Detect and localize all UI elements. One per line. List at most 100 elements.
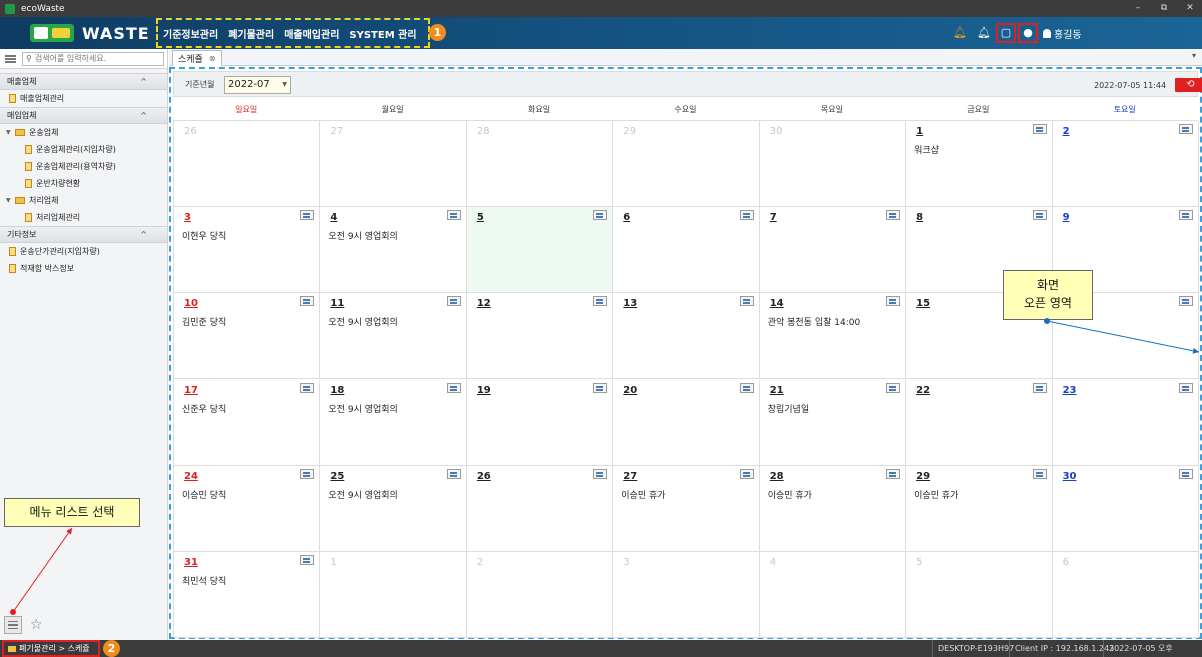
calendar-day-cell[interactable]: 25 오전 9시 영업회의	[320, 465, 467, 552]
calendar-day-cell[interactable]: 21 창립기념일	[759, 379, 907, 466]
edit-schedule-icon[interactable]	[739, 210, 754, 221]
favorites-star-icon[interactable]: ☆	[30, 617, 43, 633]
edit-schedule-icon[interactable]	[593, 296, 608, 307]
edit-schedule-icon[interactable]	[1032, 210, 1047, 221]
edit-schedule-icon[interactable]	[300, 296, 315, 307]
sidebar-item-processing-management[interactable]: 처리업체관리	[0, 209, 167, 226]
calendar-day-cell[interactable]: 26	[466, 465, 614, 552]
edit-schedule-icon[interactable]	[739, 296, 754, 307]
edit-schedule-icon[interactable]	[886, 296, 901, 307]
restore-button[interactable]: ⧉	[1152, 0, 1176, 17]
section-purchase-company[interactable]: 매입업체 ^	[0, 107, 167, 124]
calendar-day-cell[interactable]: 3 이현우 당직	[174, 207, 321, 294]
app-logo[interactable]: WASTE	[30, 22, 150, 44]
calendar-day-cell[interactable]: 31 최민석 당직	[174, 551, 321, 638]
section-sales-company[interactable]: 매출업체 ^	[0, 73, 167, 90]
calendar-day-cell[interactable]: 20	[613, 379, 760, 466]
calendar-day-cell[interactable]: 1 워크샵	[906, 121, 1053, 208]
edit-schedule-icon[interactable]	[1178, 468, 1193, 479]
edit-schedule-icon[interactable]	[886, 210, 901, 221]
schedule-event[interactable]: 이승민 휴가	[768, 488, 812, 501]
sidebar-item-transport-owned[interactable]: 운송업체관리(지입차량)	[0, 141, 167, 158]
schedule-event[interactable]: 이승민 휴가	[914, 488, 958, 501]
calendar-day-cell[interactable]: 4 오전 9시 영업회의	[320, 207, 467, 294]
calendar-day-cell[interactable]: 4	[759, 551, 907, 638]
calendar-day-cell[interactable]: 6	[1052, 551, 1199, 638]
edit-schedule-icon[interactable]	[1178, 382, 1193, 393]
calendar-day-cell[interactable]: 2	[466, 551, 614, 638]
calendar-day-cell[interactable]: 30	[759, 121, 907, 208]
edit-schedule-icon[interactable]	[446, 468, 461, 479]
edit-schedule-icon[interactable]	[593, 382, 608, 393]
sidebar-search-input[interactable]	[34, 54, 155, 63]
calendar-day-cell[interactable]: 5	[906, 551, 1053, 638]
sidebar-item-sales-company-management[interactable]: 매출업체관리	[0, 90, 167, 107]
alert-bell-icon[interactable]: 🔔︎	[953, 26, 967, 40]
edit-schedule-icon[interactable]	[1178, 210, 1193, 221]
window-icon[interactable]: ▢	[999, 26, 1013, 40]
tab-schedule[interactable]: 스케쥴 ⊗	[172, 50, 222, 66]
calendar-day-cell[interactable]: 17 신준우 당직	[174, 379, 321, 466]
menu-waste-management[interactable]: 폐기물관리	[228, 26, 274, 41]
hamburger-icon[interactable]	[5, 54, 16, 63]
menu-list-button[interactable]	[4, 616, 22, 634]
schedule-event[interactable]: 최민석 당직	[182, 574, 226, 587]
edit-schedule-icon[interactable]	[446, 382, 461, 393]
calendar-day-cell[interactable]: 26	[174, 121, 321, 208]
section-other-info[interactable]: 기타정보 ^	[0, 226, 167, 243]
edit-schedule-icon[interactable]	[1032, 382, 1047, 393]
sidebar-group-processing[interactable]: ▼ 처리업체	[0, 192, 167, 209]
calendar-day-cell[interactable]: 27 이승민 휴가	[613, 465, 760, 552]
refresh-button[interactable]: ⟲	[1175, 78, 1202, 92]
minimize-button[interactable]: –	[1126, 0, 1150, 17]
calendar-day-cell[interactable]: 14 관악 봉천동 입찰 14:00	[759, 293, 907, 380]
edit-schedule-icon[interactable]	[1032, 124, 1047, 134]
edit-schedule-icon[interactable]	[1178, 296, 1193, 307]
menu-base-info[interactable]: 기준정보관리	[163, 26, 218, 41]
calendar-day-cell[interactable]: 10 김민준 당직	[174, 293, 321, 380]
edit-schedule-icon[interactable]	[300, 554, 315, 565]
user-menu[interactable]: 홍길동	[1043, 26, 1082, 41]
edit-schedule-icon[interactable]	[300, 468, 315, 479]
schedule-event[interactable]: 오전 9시 영업회의	[328, 488, 397, 501]
schedule-event[interactable]: 이승민 휴가	[621, 488, 665, 501]
calendar-day-cell[interactable]: 7	[759, 207, 907, 294]
sidebar-item-vehicle-status[interactable]: 운반차량현황	[0, 175, 167, 192]
calendar-day-cell[interactable]: 29 이승민 휴가	[906, 465, 1053, 552]
base-month-select[interactable]: 2022-07 ▼	[224, 76, 291, 94]
edit-schedule-icon[interactable]	[446, 210, 461, 221]
calendar-day-cell[interactable]: 13	[613, 293, 760, 380]
schedule-event[interactable]: 관악 봉천동 입찰 14:00	[768, 315, 860, 328]
calendar-day-cell[interactable]: 19	[466, 379, 614, 466]
menu-sales-purchase[interactable]: 매출매입관리	[284, 26, 339, 41]
edit-schedule-icon[interactable]	[1178, 124, 1193, 134]
edit-schedule-icon[interactable]	[446, 296, 461, 307]
calendar-day-cell[interactable]: 28 이승민 휴가	[759, 465, 907, 552]
edit-schedule-icon[interactable]	[1032, 468, 1047, 479]
calendar-day-cell[interactable]: 18 오전 9시 영업회의	[320, 379, 467, 466]
calendar-day-cell[interactable]: 6	[613, 207, 760, 294]
close-button[interactable]: ✕	[1178, 0, 1202, 17]
schedule-event[interactable]: 오전 9시 영업회의	[328, 402, 397, 415]
breadcrumb[interactable]: 폐기물관리 > 스케쥴	[2, 640, 100, 657]
menu-system-management[interactable]: SYSTEM 관리	[349, 26, 416, 41]
calendar-day-cell[interactable]: 5	[466, 207, 614, 294]
calendar-day-cell[interactable]: 27	[320, 121, 467, 208]
schedule-event[interactable]: 이승민 당직	[182, 488, 226, 501]
calendar-day-cell[interactable]: 23	[1052, 379, 1199, 466]
close-tab-icon[interactable]: ⊗	[209, 54, 216, 63]
calendar-day-cell[interactable]: 29	[613, 121, 760, 208]
schedule-event[interactable]: 오전 9시 영업회의	[328, 229, 397, 242]
edit-schedule-icon[interactable]	[739, 468, 754, 479]
notification-bell-icon[interactable]: 🔔︎	[977, 26, 991, 40]
calendar-day-cell[interactable]: 28	[466, 121, 614, 208]
calendar-day-cell[interactable]: 2	[1052, 121, 1199, 208]
calendar-day-cell[interactable]: 1	[320, 551, 467, 638]
edit-schedule-icon[interactable]	[886, 382, 901, 393]
schedule-event[interactable]: 김민준 당직	[182, 315, 226, 328]
schedule-event[interactable]: 신준우 당직	[182, 402, 226, 415]
calendar-day-cell[interactable]: 12	[466, 293, 614, 380]
calendar-day-cell[interactable]: 3	[613, 551, 760, 638]
tab-list-dropdown-icon[interactable]: ▾	[1192, 51, 1196, 60]
sidebar-item-box-info[interactable]: 적재함 박스정보	[0, 260, 167, 277]
